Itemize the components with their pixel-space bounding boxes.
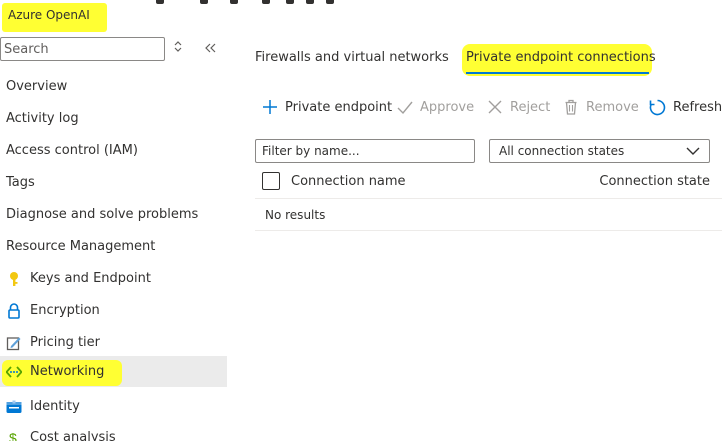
connection-state-dropdown[interactable]: All connection states <box>489 139 710 163</box>
collapse-sidebar-button[interactable] <box>205 39 217 57</box>
refresh-icon <box>649 99 666 115</box>
column-header-connection-state[interactable]: Connection state <box>599 174 710 189</box>
sidebar-item-identity[interactable]: Identity <box>0 390 227 422</box>
lock-icon <box>6 303 22 319</box>
remove-label: Remove <box>586 99 639 115</box>
sidebar-item-label: Identity <box>30 398 80 414</box>
row-divider <box>255 230 722 231</box>
empty-state-text: No results <box>265 208 326 222</box>
tab-firewalls[interactable]: Firewalls and virtual networks <box>255 50 449 65</box>
sidebar-item-tags[interactable]: Tags <box>0 166 227 198</box>
plus-icon <box>263 100 277 114</box>
sidebar-item-label: Pricing tier <box>30 334 101 350</box>
key-icon <box>6 271 22 287</box>
column-header-connection-name[interactable]: Connection name <box>291 174 406 189</box>
sidebar-item-label: Tags <box>6 174 35 190</box>
refresh-button[interactable]: Refresh <box>649 96 722 118</box>
sidebar-item-label: Networking <box>30 364 105 379</box>
svg-text:$: $ <box>9 430 17 441</box>
edit-icon <box>6 335 22 351</box>
grid-header: Connection name Connection state <box>255 168 722 199</box>
networking-icon <box>5 364 23 380</box>
refresh-label: Refresh <box>673 99 722 115</box>
cost-icon: $ <box>6 430 22 441</box>
reject-button[interactable]: Reject <box>487 96 550 118</box>
sidebar-item-access-control[interactable]: Access control (IAM) <box>0 134 227 166</box>
sidebar-item-label: Access control (IAM) <box>6 142 138 158</box>
remove-button[interactable]: Remove <box>563 96 639 118</box>
trash-icon <box>565 99 577 115</box>
sidebar-item-cost-analysis[interactable]: $ Cost analysis <box>0 421 227 441</box>
sidebar-item-diagnose[interactable]: Diagnose and solve problems <box>0 198 227 230</box>
sidebar-item-activity-log[interactable]: Activity log <box>0 102 227 134</box>
sidebar-item-label: Overview <box>6 78 68 94</box>
connection-state-value: All connection states <box>499 144 625 158</box>
section-header-label: Resource Management <box>6 238 156 254</box>
add-private-endpoint-button[interactable]: Private endpoint <box>262 96 392 118</box>
reject-label: Reject <box>510 99 551 115</box>
sidebar-search-input[interactable] <box>0 37 165 61</box>
resource-type-label: Azure OpenAI <box>2 3 107 32</box>
add-private-endpoint-label: Private endpoint <box>285 99 393 115</box>
checkmark-icon <box>397 101 413 115</box>
active-tab-indicator <box>466 72 649 74</box>
identity-icon <box>6 399 22 415</box>
sidebar-section-header: Resource Management <box>0 230 227 262</box>
sidebar-item-overview[interactable]: Overview <box>0 70 227 102</box>
approve-button[interactable]: Approve <box>397 96 474 118</box>
sidebar-item-networking[interactable]: Networking <box>0 356 227 387</box>
sidebar-item-label: Diagnose and solve problems <box>6 206 199 222</box>
page-title-fragment <box>0 0 722 8</box>
filter-by-name-input[interactable] <box>255 139 475 163</box>
chevron-down-icon <box>686 144 700 161</box>
sidebar-item-label: Activity log <box>6 110 79 126</box>
sidebar-item-keys-and-endpoint[interactable]: Keys and Endpoint <box>0 262 227 294</box>
approve-label: Approve <box>420 99 475 115</box>
sidebar-item-label: Cost analysis <box>30 429 116 441</box>
sidebar-item-pricing-tier[interactable]: Pricing tier <box>0 326 227 358</box>
sidebar-item-label: Encryption <box>30 302 100 318</box>
sidebar-item-label: Keys and Endpoint <box>30 270 151 286</box>
select-all-checkbox[interactable] <box>262 172 280 190</box>
close-icon <box>488 100 502 114</box>
tab-private-endpoint-connections[interactable]: Private endpoint connections <box>466 50 656 65</box>
sidebar-item-encryption[interactable]: Encryption <box>0 294 227 326</box>
expand-collapse-icon[interactable] <box>174 41 182 55</box>
